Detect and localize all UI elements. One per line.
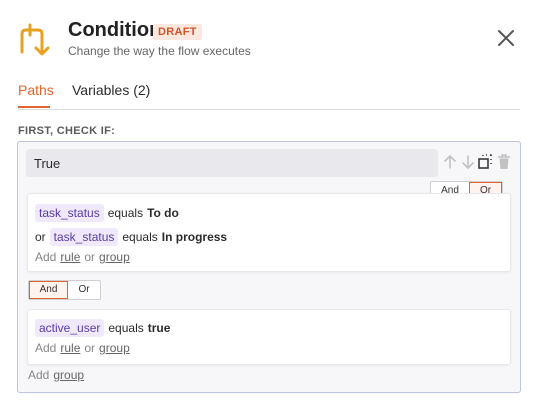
variable-chip[interactable]: active_user — [35, 319, 105, 337]
variable-chip[interactable]: task_status — [49, 228, 119, 246]
and-button[interactable]: And — [29, 281, 68, 299]
variable-chip[interactable]: task_status — [35, 204, 104, 222]
rule-prefix: or — [35, 230, 46, 244]
condition-input[interactable]: True — [26, 149, 438, 177]
arrow-up-icon[interactable] — [443, 154, 457, 170]
status-badge: DRAFT — [153, 24, 202, 40]
tab-bar: Paths Variables (2) — [18, 80, 520, 110]
flow-split-icon — [20, 23, 50, 56]
operator-text: equals — [122, 230, 158, 244]
rule-row: or task_status equals In progress — [35, 228, 227, 246]
rule-row: active_user equals true — [35, 319, 170, 337]
or-label: or — [84, 250, 96, 264]
add-label: Add — [35, 341, 57, 355]
modal-header: Condition DRAFT Change the way the flow … — [0, 0, 539, 70]
add-rule-link[interactable]: rule — [60, 250, 80, 264]
add-group-row: Add group — [28, 368, 84, 382]
arrow-down-icon[interactable] — [461, 154, 475, 170]
add-rule-row: Add rule or group — [35, 250, 130, 264]
add-rule-row: Add rule or group — [35, 341, 130, 355]
or-button[interactable]: Or — [68, 281, 100, 299]
rule-value[interactable]: In progress — [162, 230, 227, 244]
tab-variables[interactable]: Variables (2) — [72, 82, 150, 98]
page-subtitle: Change the way the flow executes — [68, 44, 251, 58]
add-label: Add — [35, 250, 57, 264]
add-rule-link[interactable]: rule — [60, 341, 80, 355]
copy-icon[interactable] — [478, 154, 492, 170]
middle-logic-toggle: And Or — [28, 280, 101, 300]
add-group-link[interactable]: group — [99, 341, 130, 355]
rule-row: task_status equals To do — [35, 204, 179, 222]
page-title: Condition — [68, 19, 162, 41]
add-group-link[interactable]: group — [53, 368, 84, 382]
or-label: or — [84, 341, 96, 355]
add-label: Add — [28, 368, 50, 382]
operator-text: equals — [108, 321, 144, 335]
close-icon[interactable] — [496, 28, 516, 48]
add-group-link[interactable]: group — [99, 250, 130, 264]
rule-value[interactable]: To do — [147, 206, 179, 220]
rule-group-2 — [27, 309, 511, 365]
trash-icon[interactable] — [497, 154, 511, 170]
section-label: FIRST, CHECK IF: — [18, 125, 116, 137]
operator-text: equals — [107, 206, 144, 220]
tab-paths[interactable]: Paths — [18, 82, 54, 98]
rule-value[interactable]: true — [148, 321, 171, 335]
active-tab-indicator — [18, 106, 50, 108]
